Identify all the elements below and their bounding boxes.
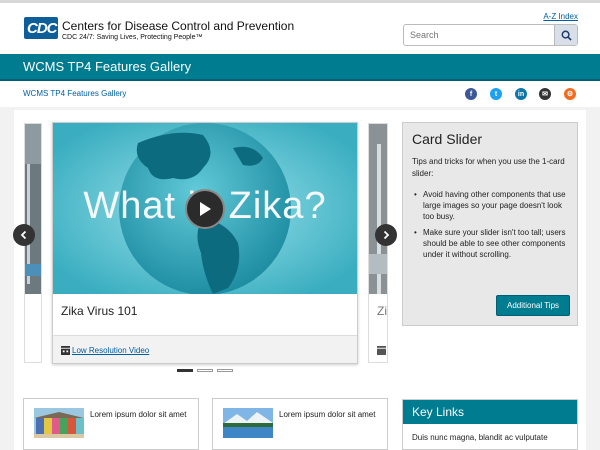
a-z-index-link[interactable]: A-Z Index [543, 12, 578, 21]
mini-card-2[interactable]: Lorem ipsum dolor sit amet [212, 398, 388, 450]
facebook-icon[interactable]: f [465, 88, 477, 100]
logo-text: CDC [27, 20, 57, 37]
chevron-right-icon [383, 230, 390, 240]
lake-mountain-image [223, 408, 273, 438]
next-slide-image [369, 124, 387, 294]
video-thumbnail[interactable]: What is Zika? [53, 123, 357, 294]
breadcrumb-row: WCMS TP4 Features Gallery f t in ✉ ⚙ [0, 81, 600, 107]
low-res-video-link[interactable]: Low Resolution Video [72, 346, 149, 355]
carousel-card: What is Zika? Zika Virus 101 Low Resolut… [52, 122, 358, 364]
mini-card-text: Lorem ipsum dolor sit amet [279, 410, 376, 419]
additional-tips-button[interactable]: Additional Tips [496, 295, 570, 316]
facebook-glyph: f [469, 90, 473, 98]
play-icon [200, 202, 211, 216]
tip-item: Make sure your slider isn't too tall; us… [412, 227, 574, 260]
chevron-left-icon [20, 230, 27, 240]
email-icon[interactable]: ✉ [539, 88, 551, 100]
twitter-glyph: t [494, 90, 498, 98]
org-tagline: CDC 24/7: Saving Lives, Protecting Peopl… [62, 34, 203, 41]
play-button[interactable] [185, 189, 225, 229]
aside-title: Card Slider [412, 131, 483, 147]
card-slider-tips-panel: Card Slider Tips and tricks for when you… [402, 122, 578, 326]
mini-card-text: Lorem ipsum dolor sit amet [90, 410, 187, 419]
search-input[interactable] [404, 25, 555, 45]
syndicate-icon[interactable]: ⚙ [564, 88, 576, 100]
card-title: Zika Virus 101 [61, 304, 138, 318]
aside-intro: Tips and tricks for when you use the 1-c… [412, 157, 565, 178]
prev-slide-image [25, 124, 41, 294]
video-icon [61, 346, 70, 355]
next-slide-title: Zi [377, 304, 387, 318]
carousel-dot-2[interactable] [197, 369, 213, 372]
search-button[interactable] [554, 25, 577, 45]
site-title-bar: WCMS TP4 Features Gallery [0, 54, 600, 81]
search-icon [561, 30, 572, 41]
tips-list: Avoid having other components that use l… [412, 189, 574, 265]
linkedin-icon[interactable]: in [515, 88, 527, 100]
twitter-icon[interactable]: t [490, 88, 502, 100]
cdc-logo[interactable]: CDC [24, 17, 58, 39]
search-box [403, 24, 578, 46]
key-links-text: Duis nunc magna, blandit ac vulputate [412, 433, 548, 442]
carousel-dot-3[interactable] [217, 369, 233, 372]
linkedin-glyph: in [517, 90, 525, 98]
beach-huts-image [34, 408, 84, 438]
key-links-panel: Key Links Duis nunc magna, blandit ac vu… [402, 399, 578, 450]
carousel-prev-button[interactable] [13, 224, 35, 246]
card-footer: Low Resolution Video [53, 335, 357, 363]
carousel-dot-1[interactable] [177, 369, 193, 372]
org-name[interactable]: Centers for Disease Control and Preventi… [62, 19, 294, 33]
site-title[interactable]: WCMS TP4 Features Gallery [23, 59, 191, 74]
mini-card-1[interactable]: Lorem ipsum dolor sit amet [23, 398, 199, 450]
email-glyph: ✉ [542, 91, 548, 98]
key-links-title: Key Links [412, 405, 465, 419]
carousel-next-button[interactable] [375, 224, 397, 246]
site-header: CDC Centers for Disease Control and Prev… [0, 0, 600, 54]
key-links-header: Key Links [403, 400, 577, 424]
breadcrumb[interactable]: WCMS TP4 Features Gallery [23, 89, 126, 98]
tip-item: Avoid having other components that use l… [412, 189, 574, 222]
syndicate-glyph: ⚙ [566, 91, 574, 98]
next-video-icon [377, 346, 386, 355]
